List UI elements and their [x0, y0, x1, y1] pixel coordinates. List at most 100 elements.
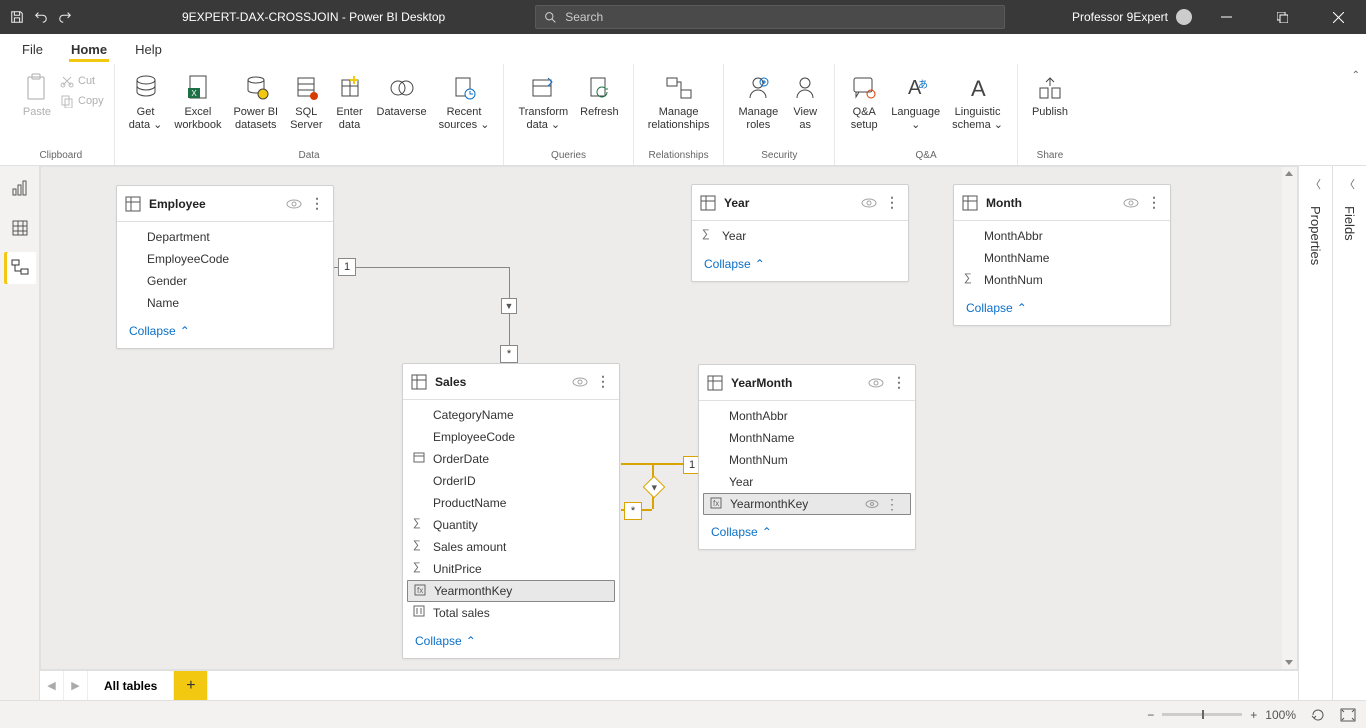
sql-server-button[interactable]: SQL Server — [284, 68, 328, 134]
relationship-line[interactable] — [333, 267, 509, 268]
menu-help[interactable]: Help — [123, 38, 174, 61]
table-header[interactable]: Employee ⋮ — [117, 186, 333, 222]
field-item[interactable]: OrderDate — [403, 448, 619, 470]
field-item[interactable]: MonthAbbr — [954, 225, 1170, 247]
recent-sources-button[interactable]: Recent sources ⌄ — [433, 68, 496, 134]
zoom-out-icon[interactable]: − — [1147, 708, 1154, 722]
save-icon[interactable] — [8, 8, 26, 26]
manage-relationships-button[interactable]: Manage relationships — [642, 68, 716, 134]
manage-roles-button[interactable]: Manage roles — [732, 68, 784, 134]
field-item-selected[interactable]: fx YearmonthKey ⋮ — [703, 493, 911, 515]
powerbi-datasets-button[interactable]: Power BI datasets — [227, 68, 284, 134]
table-card-employee[interactable]: Employee ⋮ Department EmployeeCode Gende… — [116, 185, 334, 349]
field-item[interactable]: Gender — [117, 270, 333, 292]
chevron-left-icon[interactable]: 〈 — [1310, 176, 1321, 192]
table-header[interactable]: YearMonth ⋮ — [699, 365, 915, 401]
field-item[interactable]: ∑Sales amount — [403, 536, 619, 558]
visibility-icon[interactable] — [286, 198, 302, 210]
field-item[interactable]: Year — [699, 471, 915, 493]
relationship-line-selected[interactable] — [621, 463, 652, 465]
more-options-icon[interactable]: ⋮ — [596, 373, 611, 390]
more-options-icon[interactable]: ⋮ — [310, 195, 325, 212]
publish-button[interactable]: Publish — [1026, 68, 1074, 121]
tab-nav-prev[interactable]: ◀ — [40, 671, 64, 700]
zoom-in-icon[interactable]: + — [1250, 708, 1257, 722]
table-card-yearmonth[interactable]: YearMonth ⋮ MonthAbbr MonthName MonthNum… — [698, 364, 916, 550]
enter-data-button[interactable]: Enter data — [329, 68, 371, 134]
field-item[interactable]: EmployeeCode — [403, 426, 619, 448]
field-item[interactable]: Name — [117, 292, 333, 314]
properties-panel-collapsed[interactable]: 〈 Properties — [1298, 166, 1332, 700]
linguistic-schema-button[interactable]: ALinguistic schema ⌄ — [946, 68, 1009, 134]
table-card-sales[interactable]: Sales ⋮ CategoryName EmployeeCode OrderD… — [402, 363, 620, 659]
redo-icon[interactable] — [56, 8, 74, 26]
fit-to-page-icon[interactable] — [1310, 708, 1326, 722]
visibility-icon[interactable] — [865, 499, 879, 509]
table-card-month[interactable]: Month ⋮ MonthAbbr MonthName ∑MonthNum Co… — [953, 184, 1171, 326]
collapse-link[interactable]: Collapse⌃ — [954, 295, 1170, 325]
zoom-slider[interactable] — [1162, 713, 1242, 716]
field-item[interactable]: ∑Quantity — [403, 514, 619, 536]
table-header[interactable]: Year ⋮ — [692, 185, 908, 221]
view-as-button[interactable]: View as — [784, 68, 826, 134]
excel-workbook-button[interactable]: XExcel workbook — [168, 68, 227, 134]
fit-to-screen-icon[interactable] — [1340, 708, 1356, 722]
dataverse-button[interactable]: Dataverse — [371, 68, 433, 121]
tab-all-tables[interactable]: All tables — [88, 671, 174, 700]
field-item[interactable]: Total sales — [403, 602, 619, 624]
collapse-link[interactable]: Collapse⌃ — [117, 318, 333, 348]
table-card-year[interactable]: Year ⋮ ∑Year Collapse⌃ — [691, 184, 909, 282]
transform-data-button[interactable]: Transform data ⌄ — [512, 68, 574, 134]
close-button[interactable] — [1316, 0, 1360, 34]
report-view-button[interactable] — [4, 172, 36, 204]
menu-home[interactable]: Home — [59, 38, 119, 61]
add-tab-button[interactable]: + — [174, 671, 208, 700]
tab-nav-next[interactable]: ▶ — [64, 671, 88, 700]
field-item[interactable]: ∑UnitPrice — [403, 558, 619, 580]
more-options-icon[interactable]: ⋮ — [885, 194, 900, 211]
visibility-icon[interactable] — [868, 377, 884, 389]
visibility-icon[interactable] — [1123, 197, 1139, 209]
more-options-icon[interactable]: ⋮ — [892, 374, 907, 391]
field-item[interactable]: MonthNum — [699, 449, 915, 471]
search-box[interactable]: Search — [535, 5, 1005, 29]
visibility-icon[interactable] — [861, 197, 877, 209]
zoom-control[interactable]: − + 100% — [1147, 708, 1296, 722]
search-placeholder: Search — [565, 10, 603, 24]
field-item[interactable]: MonthName — [699, 427, 915, 449]
undo-icon[interactable] — [32, 8, 50, 26]
field-item[interactable]: ∑MonthNum — [954, 269, 1170, 291]
model-view-button[interactable] — [4, 252, 36, 284]
collapse-link[interactable]: Collapse⌃ — [699, 519, 915, 549]
maximize-button[interactable] — [1260, 0, 1304, 34]
fields-panel-collapsed[interactable]: 〈 Fields — [1332, 166, 1366, 700]
visibility-icon[interactable] — [572, 376, 588, 388]
language-button[interactable]: AあLanguage ⌄ — [885, 68, 946, 134]
user-account[interactable]: Professor 9Expert — [1072, 9, 1192, 25]
minimize-button[interactable] — [1204, 0, 1248, 34]
get-data-button[interactable]: Get data ⌄ — [123, 68, 169, 134]
field-item[interactable]: EmployeeCode — [117, 248, 333, 270]
field-item[interactable]: ∑Year — [692, 225, 908, 247]
qa-setup-button[interactable]: Q&A setup — [843, 68, 885, 134]
table-header[interactable]: Sales ⋮ — [403, 364, 619, 400]
field-item[interactable]: MonthAbbr — [699, 405, 915, 427]
field-item[interactable]: CategoryName — [403, 404, 619, 426]
menu-file[interactable]: File — [10, 38, 55, 61]
table-header[interactable]: Month ⋮ — [954, 185, 1170, 221]
refresh-button[interactable]: Refresh — [574, 68, 625, 121]
collapse-link[interactable]: Collapse⌃ — [692, 251, 908, 281]
more-options-icon[interactable]: ⋮ — [1147, 194, 1162, 211]
field-item[interactable]: Department — [117, 226, 333, 248]
field-item[interactable]: MonthName — [954, 247, 1170, 269]
collapse-link[interactable]: Collapse⌃ — [403, 628, 619, 658]
more-options-icon[interactable]: ⋮ — [885, 496, 900, 513]
canvas-scrollbar[interactable] — [1282, 167, 1297, 669]
field-item[interactable]: ProductName — [403, 492, 619, 514]
ribbon-collapse-icon[interactable]: ⌃ — [1352, 70, 1360, 81]
data-view-button[interactable] — [4, 212, 36, 244]
model-canvas[interactable]: 1 ▼ * * ▼ 1 Employee ⋮ Department Employ… — [40, 166, 1298, 670]
chevron-left-icon[interactable]: 〈 — [1344, 176, 1355, 192]
field-item[interactable]: OrderID — [403, 470, 619, 492]
field-item-selected[interactable]: fxYearmonthKey — [407, 580, 615, 602]
